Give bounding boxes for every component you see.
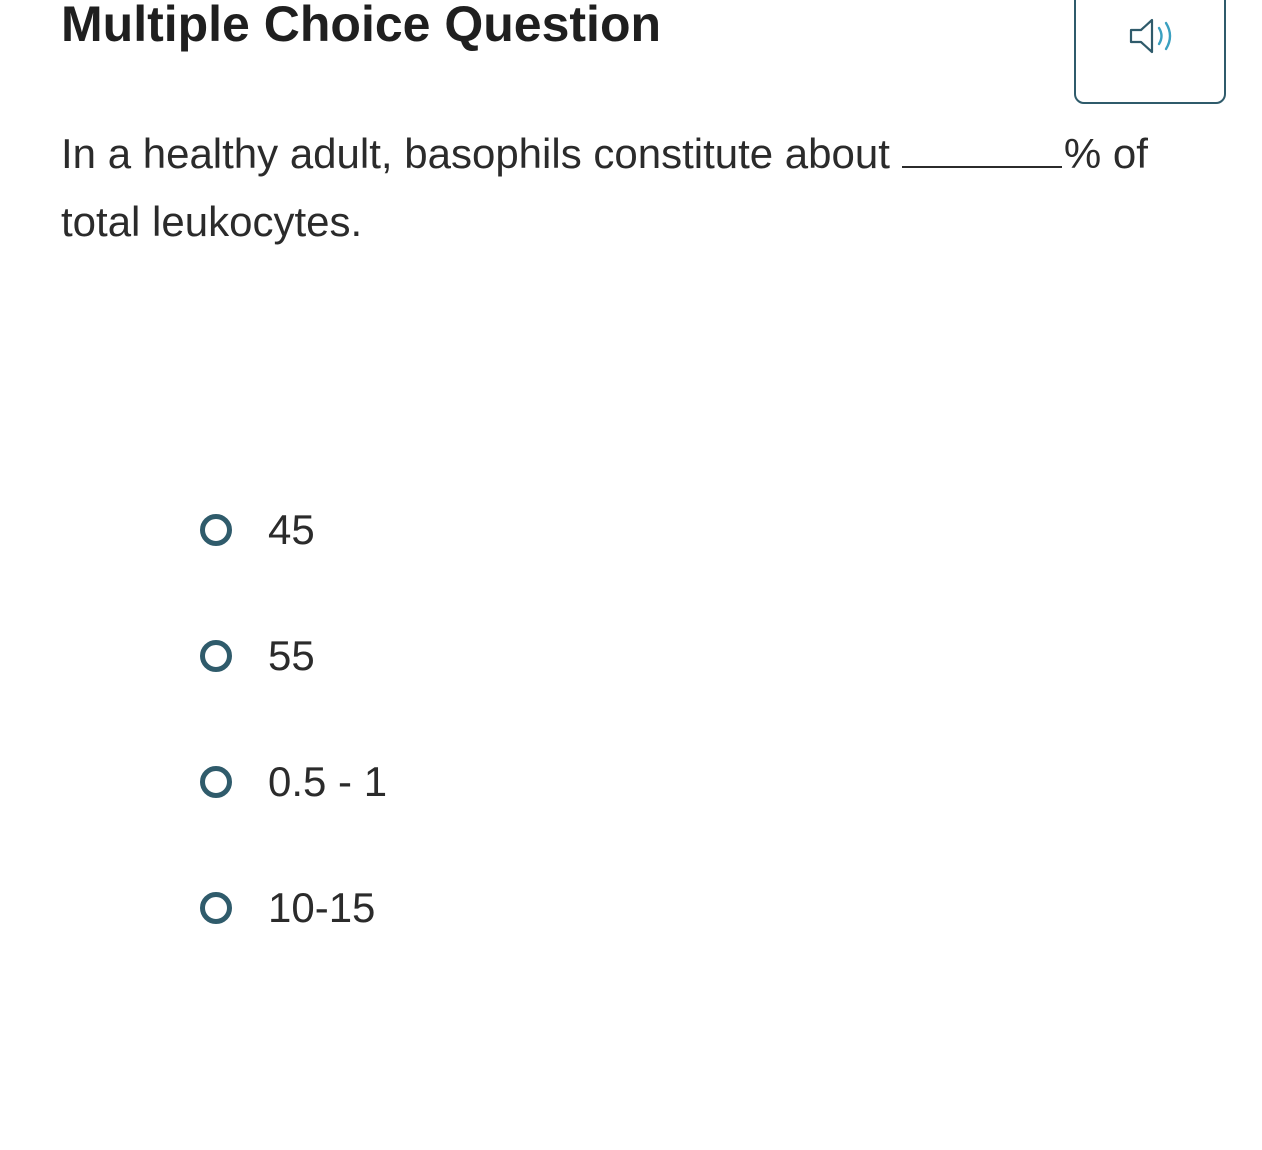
option-55[interactable]: 55 [200, 626, 315, 686]
speaker-icon [1129, 18, 1172, 54]
option-label: 55 [268, 632, 315, 679]
radio-button[interactable] [200, 892, 232, 924]
option-0-5-1[interactable]: 0.5 - 1 [200, 752, 387, 812]
option-45[interactable]: 45 [200, 500, 315, 560]
question-text-before: In a healthy adult, basophils constitute… [61, 130, 890, 177]
radio-button[interactable] [200, 766, 232, 798]
page-title: Multiple Choice Question [61, 0, 662, 52]
option-label: 0.5 - 1 [268, 758, 388, 805]
option-10-15[interactable]: 10-15 [200, 878, 375, 938]
radio-button[interactable] [200, 514, 232, 546]
read-aloud-button[interactable] [1074, 0, 1226, 104]
question-text: In a healthy adult, basophils constitute… [61, 120, 1221, 256]
radio-button[interactable] [200, 640, 232, 672]
option-label: 45 [268, 506, 315, 553]
option-label: 10-15 [268, 884, 376, 931]
answer-blank [901, 122, 1062, 168]
